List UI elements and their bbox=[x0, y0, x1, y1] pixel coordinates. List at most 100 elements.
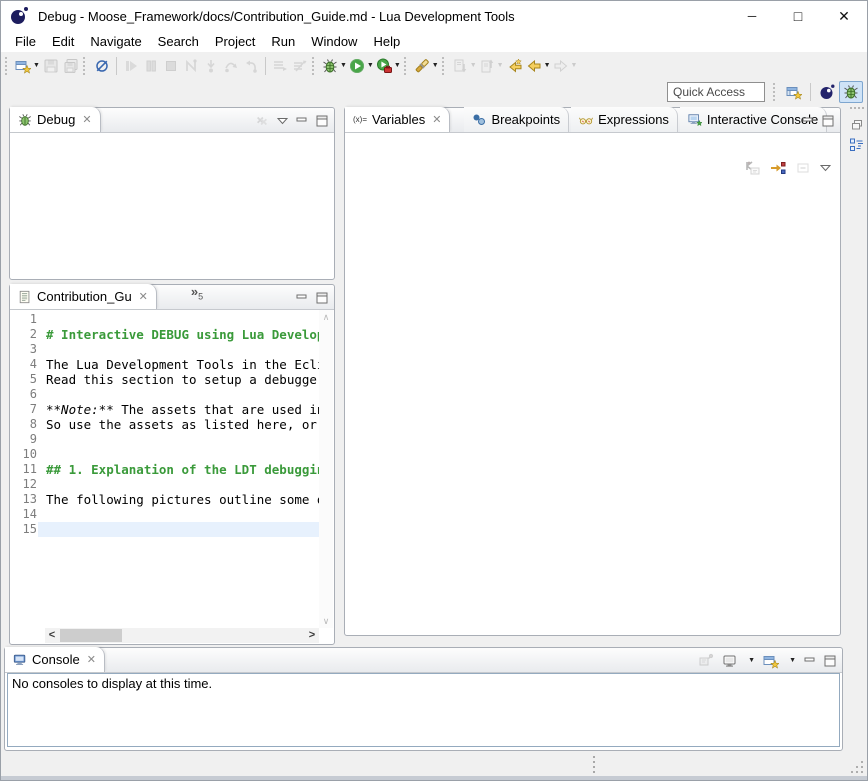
menu-help[interactable]: Help bbox=[365, 33, 408, 50]
status-bar-grip[interactable] bbox=[593, 756, 595, 772]
debug-perspective-button[interactable] bbox=[839, 81, 863, 103]
console-content[interactable]: No consoles to display at this time. bbox=[7, 673, 840, 747]
editor-line[interactable]: 2# Interactive DEBUG using Lua Developm bbox=[11, 327, 319, 342]
line-number[interactable]: 11 bbox=[11, 462, 38, 477]
editor-line[interactable]: 3 bbox=[11, 342, 319, 357]
line-number[interactable]: 4 bbox=[11, 357, 38, 372]
view-menu-button[interactable] bbox=[820, 161, 831, 175]
menu-edit[interactable]: Edit bbox=[44, 33, 82, 50]
variables-view-content[interactable] bbox=[346, 133, 839, 634]
scroll-left-arrow[interactable]: < bbox=[45, 628, 59, 643]
toolbar-grip[interactable] bbox=[312, 57, 319, 75]
line-number[interactable]: 15 bbox=[11, 522, 38, 537]
external-tools-button[interactable]: ▼ bbox=[375, 55, 402, 77]
maximize-view-button[interactable] bbox=[316, 115, 328, 127]
toolbar-grip[interactable] bbox=[404, 57, 411, 75]
show-logical-structure-button[interactable] bbox=[770, 160, 786, 176]
tab-breakpoints[interactable]: Breakpoints bbox=[464, 107, 569, 132]
editor-line[interactable]: 1 bbox=[11, 312, 319, 327]
skip-all-breakpoints-button[interactable] bbox=[92, 55, 112, 77]
line-number[interactable]: 9 bbox=[11, 432, 38, 447]
editor-line[interactable]: 10 bbox=[11, 447, 319, 462]
scroll-down-arrow[interactable]: ∨ bbox=[319, 614, 333, 628]
close-icon[interactable]: ✕ bbox=[139, 290, 148, 303]
display-console-dropdown[interactable]: ▼ bbox=[748, 657, 755, 664]
editor-line[interactable]: 11## 1. Explanation of the LDT debugging bbox=[11, 462, 319, 477]
editor-line[interactable]: 9 bbox=[11, 432, 319, 447]
lua-perspective-button[interactable] bbox=[815, 81, 839, 103]
window-maximize-button[interactable]: □ bbox=[775, 1, 821, 31]
strip-grip[interactable] bbox=[850, 107, 864, 110]
editor-line[interactable]: 8So use the assets as listed here, or y bbox=[11, 417, 319, 432]
tab-debug[interactable]: Debug ✕ bbox=[10, 107, 101, 132]
toolbar-grip[interactable] bbox=[773, 83, 780, 101]
back-dropdown[interactable]: ▼ bbox=[544, 62, 551, 69]
editor-lines[interactable]: 12# Interactive DEBUG using Lua Developm… bbox=[11, 312, 319, 627]
maximize-view-button[interactable] bbox=[824, 655, 836, 667]
open-console-dropdown[interactable]: ▼ bbox=[789, 657, 796, 664]
run-dropdown[interactable]: ▼ bbox=[367, 62, 374, 69]
line-number[interactable]: 10 bbox=[11, 447, 38, 462]
new-wizard-button[interactable]: ▼ bbox=[14, 55, 41, 77]
editor-line[interactable]: 13The following pictures outline some of bbox=[11, 492, 319, 507]
external-tools-dropdown[interactable]: ▼ bbox=[394, 62, 401, 69]
minimize-view-button[interactable] bbox=[296, 115, 308, 127]
tab-contribution-guide[interactable]: Contribution_Gu ✕ bbox=[10, 284, 157, 309]
search-button[interactable]: ▼ bbox=[413, 55, 440, 77]
maximize-view-button[interactable] bbox=[316, 292, 328, 304]
toolbar-grip[interactable] bbox=[5, 57, 12, 75]
last-edit-location-button[interactable] bbox=[505, 55, 525, 77]
menu-search[interactable]: Search bbox=[150, 33, 207, 50]
editor-vertical-scrollbar[interactable]: ∧ ∨ bbox=[319, 310, 333, 628]
editor-content[interactable]: 12# Interactive DEBUG using Lua Developm… bbox=[11, 310, 333, 643]
quick-access-input[interactable] bbox=[667, 82, 765, 102]
run-button[interactable]: ▼ bbox=[348, 55, 375, 77]
scroll-right-arrow[interactable]: > bbox=[305, 628, 319, 643]
editor-line[interactable]: 5Read this section to setup a debugger bbox=[11, 372, 319, 387]
scrollbar-thumb[interactable] bbox=[60, 629, 122, 642]
line-number[interactable]: 6 bbox=[11, 387, 38, 402]
line-number[interactable]: 12 bbox=[11, 477, 38, 492]
more-editors-chevron[interactable]: »5 bbox=[191, 284, 203, 302]
display-selected-console-button[interactable] bbox=[722, 653, 738, 669]
tab-variables[interactable]: (x)= Variables ✕ bbox=[345, 107, 450, 132]
editor-horizontal-scrollbar[interactable]: < > bbox=[45, 628, 319, 643]
debug-button[interactable]: ▼ bbox=[321, 55, 348, 77]
toolbar-grip[interactable] bbox=[442, 57, 449, 75]
tab-expressions[interactable]: Expressions bbox=[571, 107, 678, 132]
close-icon[interactable]: ✕ bbox=[432, 113, 441, 126]
debug-view-content[interactable] bbox=[11, 133, 333, 278]
toolbar-grip[interactable] bbox=[83, 57, 90, 75]
editor-line[interactable]: 4The Lua Development Tools in the Eclip bbox=[11, 357, 319, 372]
editor-line[interactable]: 7**Note:** The assets that are used in bbox=[11, 402, 319, 417]
back-button[interactable]: ▼ bbox=[525, 55, 552, 77]
line-number[interactable]: 8 bbox=[11, 417, 38, 432]
restore-view-button[interactable] bbox=[848, 116, 866, 134]
window-close-button[interactable]: ✕ bbox=[821, 1, 867, 31]
minimize-view-button[interactable] bbox=[296, 292, 308, 304]
open-console-button[interactable] bbox=[763, 653, 779, 669]
menu-navigate[interactable]: Navigate bbox=[82, 33, 149, 50]
line-number[interactable]: 1 bbox=[11, 312, 38, 327]
line-number[interactable]: 3 bbox=[11, 342, 38, 357]
editor-line[interactable]: 6 bbox=[11, 387, 319, 402]
close-icon[interactable]: ✕ bbox=[82, 113, 91, 126]
minimize-view-button[interactable] bbox=[802, 115, 814, 127]
new-wizard-dropdown[interactable]: ▼ bbox=[33, 62, 40, 69]
menu-file[interactable]: File bbox=[7, 33, 44, 50]
menu-run[interactable]: Run bbox=[263, 33, 303, 50]
line-number[interactable]: 14 bbox=[11, 507, 38, 522]
view-menu-button[interactable] bbox=[277, 114, 288, 128]
outline-view-button[interactable] bbox=[848, 136, 866, 154]
search-dropdown[interactable]: ▼ bbox=[432, 62, 439, 69]
menu-window[interactable]: Window bbox=[303, 33, 365, 50]
maximize-view-button[interactable] bbox=[822, 115, 834, 127]
tab-console[interactable]: Console ✕ bbox=[5, 647, 105, 672]
minimize-view-button[interactable] bbox=[804, 655, 816, 667]
debug-dropdown[interactable]: ▼ bbox=[340, 62, 347, 69]
editor-line[interactable]: 14 bbox=[11, 507, 319, 522]
editor-line[interactable]: 12 bbox=[11, 477, 319, 492]
editor-line[interactable]: 15 bbox=[11, 522, 319, 537]
scroll-up-arrow[interactable]: ∧ bbox=[319, 310, 333, 324]
line-number[interactable]: 5 bbox=[11, 372, 38, 387]
